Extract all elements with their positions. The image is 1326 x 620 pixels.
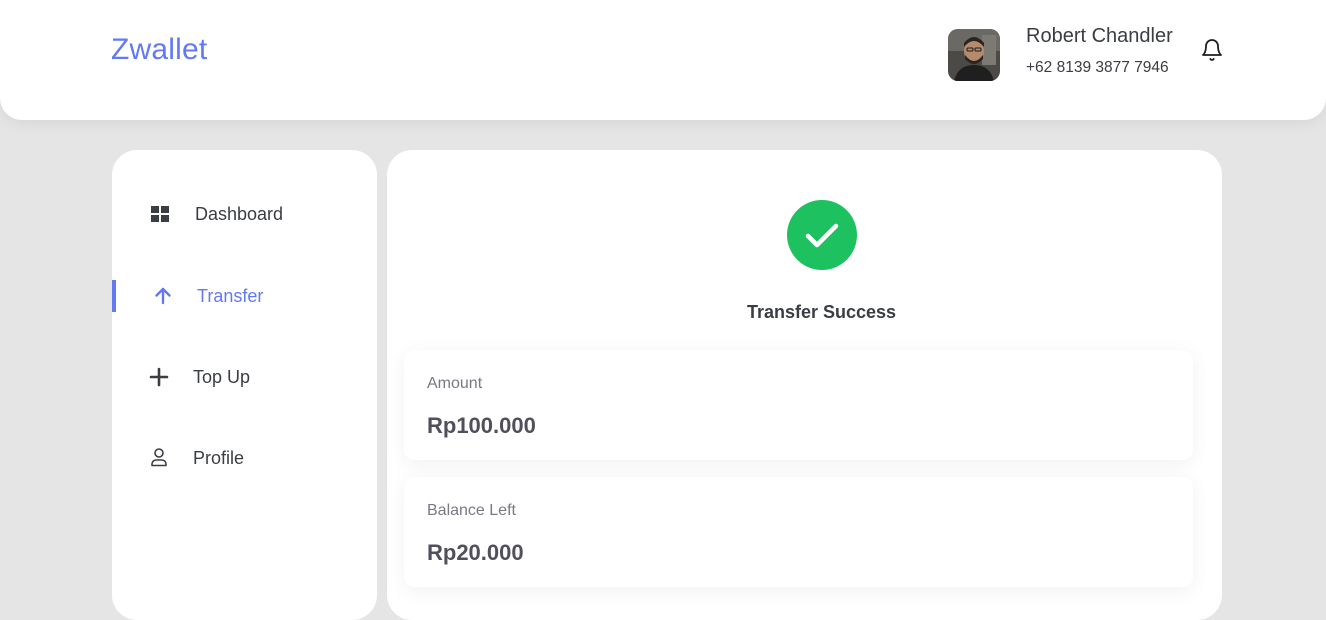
sidebar-item-label: Top Up: [193, 366, 251, 387]
sidebar-item-transfer[interactable]: Transfer: [112, 280, 377, 312]
balance-left-value: Rp20.000: [427, 540, 524, 565]
top-header: Zwallet Robert Chandler +62 8139 3877 79…: [0, 0, 1326, 120]
user-name: Robert Chandler: [1026, 25, 1173, 47]
brand-logo[interactable]: Zwallet: [111, 33, 207, 67]
sidebar-item-top-up[interactable]: Top Up: [112, 361, 377, 393]
balance-left-label: Balance Left: [427, 502, 516, 519]
check-icon: [787, 200, 857, 270]
amount-value: Rp100.000: [427, 413, 536, 438]
transfer-result-panel: Transfer Success Amount Rp100.000 Balanc…: [387, 150, 1222, 620]
active-indicator: [112, 280, 116, 312]
plus-icon: [149, 367, 169, 387]
sidebar-item-label: Transfer: [197, 285, 264, 306]
arrow-up-icon: [153, 286, 173, 306]
page-title: Transfer Success: [746, 302, 897, 322]
bell-icon[interactable]: [1200, 37, 1224, 63]
user-phone: +62 8139 3877 7946: [1026, 59, 1169, 76]
sidebar-item-label: Profile: [193, 447, 245, 468]
grid-icon: [150, 204, 170, 224]
user-icon: [149, 447, 169, 467]
sidebar-item-label: Dashboard: [195, 203, 284, 224]
balance-left-card: Balance Left Rp20.000: [404, 477, 1193, 587]
sidebar-item-dashboard[interactable]: Dashboard: [112, 198, 377, 230]
sidebar-item-profile[interactable]: Profile: [112, 442, 377, 474]
user-avatar[interactable]: [948, 29, 1000, 81]
amount-label: Amount: [427, 375, 483, 392]
sidebar: Dashboard Transfer Top Up Profile: [112, 150, 377, 620]
amount-card: Amount Rp100.000: [404, 350, 1193, 460]
